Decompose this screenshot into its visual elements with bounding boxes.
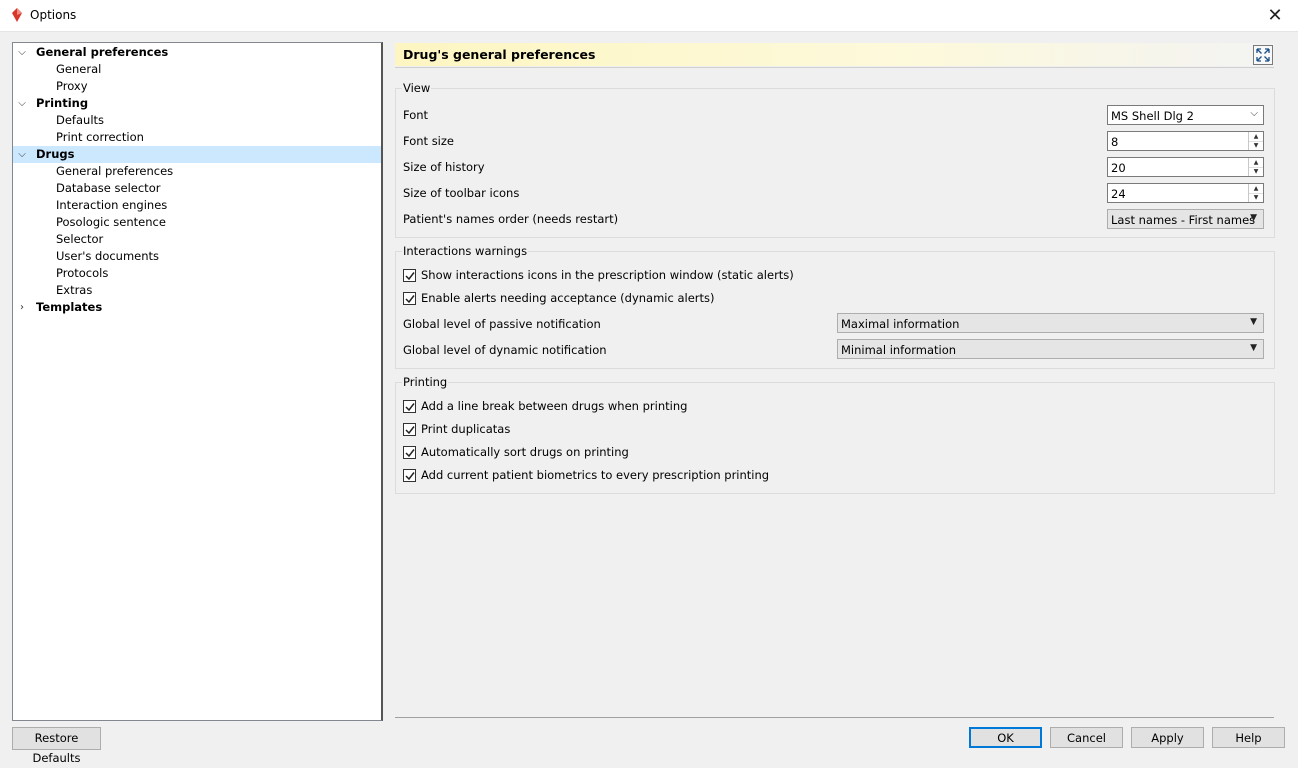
bottom-divider: [395, 717, 1274, 718]
checkmark-icon: [403, 269, 416, 282]
page-title: Drug's general preferences: [403, 47, 596, 62]
font-select[interactable]: MS Shell Dlg 2 ⌵: [1107, 105, 1264, 125]
tree-item-general[interactable]: General: [13, 61, 381, 78]
tree-item-interaction-engines[interactable]: Interaction engines: [13, 197, 381, 214]
tree-item-general-preferences[interactable]: General preferences: [13, 163, 381, 180]
biometrics-label: Add current patient biometrics to every …: [421, 468, 770, 482]
checkmark-icon: [403, 469, 416, 482]
page-header: Drug's general preferences: [395, 43, 1274, 66]
tree-item-label: Proxy: [56, 79, 88, 93]
checkmark-icon: [403, 446, 416, 459]
tree-item-label: Interaction engines: [56, 198, 168, 212]
dropdown-arrow-icon: ▼: [1250, 317, 1257, 327]
tree-item-selector[interactable]: Selector: [13, 231, 381, 248]
spin-down-icon[interactable]: ▼: [1249, 193, 1263, 202]
font-size-value: 8: [1111, 135, 1119, 149]
tree-item-label: Extras: [56, 283, 93, 297]
interactions-group-title: Interactions warnings: [402, 244, 529, 258]
passive-notification-value: Maximal information: [841, 317, 960, 331]
chevron-down-icon[interactable]: ⌵: [16, 146, 28, 163]
tree-item-user-s-documents[interactable]: User's documents: [13, 248, 381, 265]
tree-item-label: General: [56, 62, 102, 76]
dropdown-arrow-icon: ▼: [1250, 343, 1257, 353]
close-button[interactable]: ✕: [1252, 0, 1298, 31]
printing-group-title: Printing: [402, 375, 449, 389]
tree-item-label: Selector: [56, 232, 104, 246]
apply-button[interactable]: Apply: [1131, 727, 1204, 748]
show-interaction-icons-label: Show interactions icons in the prescript…: [421, 268, 794, 282]
tree-item-label: Database selector: [56, 181, 161, 195]
tree-item-posologic-sentence[interactable]: Posologic sentence: [13, 214, 381, 231]
restore-defaults-button[interactable]: Restore Defaults: [12, 727, 101, 765]
options-tree[interactable]: ⌵ General preferences General Proxy ⌵ Printin…: [12, 42, 383, 721]
passive-notification-label: Global level of passive notification: [403, 317, 601, 331]
tree-item-database-selector[interactable]: Database selector: [13, 180, 381, 197]
tree-item-print-correction[interactable]: Print correction: [13, 129, 381, 146]
passive-notification-select[interactable]: Maximal information ▼: [837, 313, 1264, 333]
chevron-right-icon[interactable]: ›: [16, 299, 28, 316]
font-size-label: Font size: [403, 134, 454, 148]
tree-item-label: General preferences: [36, 45, 169, 59]
tree-item-proxy[interactable]: Proxy: [13, 78, 381, 95]
dropdown-arrow-icon: ▼: [1250, 213, 1257, 223]
app-icon: [12, 8, 22, 22]
dynamic-notification-value: Minimal information: [841, 343, 957, 357]
tree-item-label: Printing: [36, 96, 89, 110]
toolbar-icons-value: 24: [1111, 187, 1126, 201]
tree-item-label: Drugs: [36, 147, 75, 161]
spin-down-icon[interactable]: ▼: [1249, 141, 1263, 150]
font-value: MS Shell Dlg 2: [1111, 109, 1194, 123]
names-order-label: Patient's names order (needs restart): [403, 212, 619, 226]
tree-item-defaults[interactable]: Defaults: [13, 112, 381, 129]
line-break-label: Add a line break between drugs when prin…: [421, 399, 688, 413]
chevron-down-icon[interactable]: ⌵: [16, 44, 28, 61]
toolbar-icons-label: Size of toolbar icons: [403, 186, 520, 200]
tree-item-label: User's documents: [56, 249, 160, 263]
tree-item-label: Print correction: [56, 130, 144, 144]
names-order-select[interactable]: Last names - First names ▼: [1107, 209, 1264, 229]
cancel-button[interactable]: Cancel: [1050, 727, 1123, 748]
dynamic-notification-select[interactable]: Minimal information ▼: [837, 339, 1264, 359]
history-spinbox[interactable]: 20 ▲ ▼: [1107, 157, 1264, 177]
tree-item-label: Defaults: [56, 113, 105, 127]
history-value: 20: [1111, 161, 1126, 175]
tree-item-label: General preferences: [56, 164, 174, 178]
tree-item-templates[interactable]: › Templates: [13, 299, 381, 316]
toolbar-icons-spinbox[interactable]: 24 ▲ ▼: [1107, 183, 1264, 203]
tree-item-label: Templates: [36, 300, 103, 314]
view-group-title: View: [402, 81, 432, 95]
tree-item-label: Posologic sentence: [56, 215, 166, 229]
names-order-value: Last names - First names: [1111, 213, 1256, 227]
header-divider: [395, 67, 1274, 68]
enable-alerts-label: Enable alerts needing acceptance (dynami…: [421, 291, 715, 305]
help-button[interactable]: Help: [1212, 727, 1285, 748]
tree-item-general-preferences[interactable]: ⌵ General preferences: [13, 44, 381, 61]
print-duplicatas-label: Print duplicatas: [421, 422, 511, 436]
fullscreen-icon[interactable]: [1253, 45, 1273, 65]
tree-item-extras[interactable]: Extras: [13, 282, 381, 299]
font-label: Font: [403, 108, 429, 122]
tree-item-printing[interactable]: ⌵ Printing: [13, 95, 381, 112]
history-label: Size of history: [403, 160, 485, 174]
chevron-down-icon: ⌵: [1250, 108, 1258, 119]
checkmark-icon: [403, 400, 416, 413]
tree-item-label: Protocols: [56, 266, 109, 280]
tree-item-protocols[interactable]: Protocols: [13, 265, 381, 282]
checkmark-icon: [403, 423, 416, 436]
ok-button[interactable]: OK: [969, 727, 1042, 748]
dynamic-notification-label: Global level of dynamic notification: [403, 343, 607, 357]
font-size-spinbox[interactable]: 8 ▲ ▼: [1107, 131, 1264, 151]
auto-sort-label: Automatically sort drugs on printing: [421, 445, 629, 459]
title-bar: Options ✕: [0, 0, 1298, 32]
window-title: Options: [30, 8, 77, 22]
spin-down-icon[interactable]: ▼: [1249, 167, 1263, 176]
checkmark-icon: [403, 292, 416, 305]
tree-item-drugs[interactable]: ⌵ Drugs: [13, 146, 381, 163]
chevron-down-icon[interactable]: ⌵: [16, 95, 28, 112]
